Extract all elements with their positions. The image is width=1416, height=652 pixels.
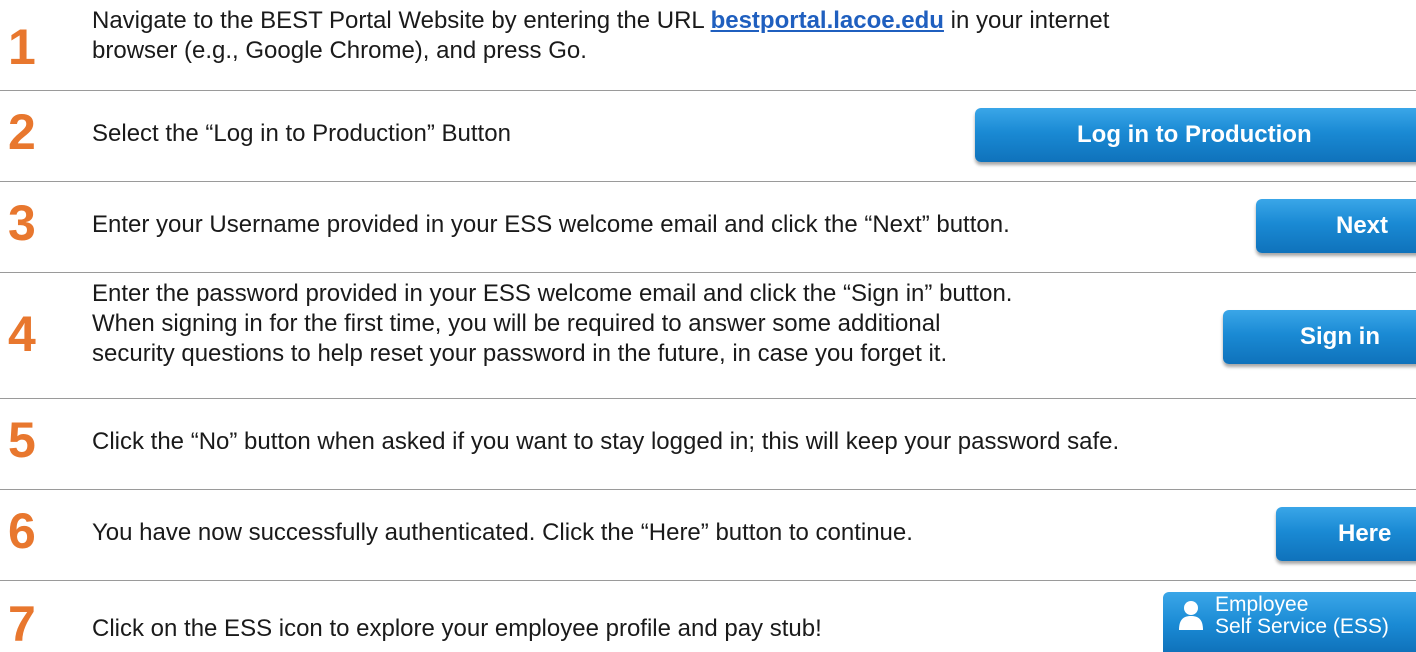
ess-button-line1: Employee: [1215, 593, 1309, 616]
step-2: 2 Select the “Log in to Production” Butt…: [0, 91, 1416, 181]
step-5: 5 Click the “No” button when asked if yo…: [0, 399, 1416, 489]
step-number: 4: [8, 306, 36, 362]
step-number: 5: [8, 412, 36, 468]
step-number: 2: [8, 104, 36, 160]
step-3: 3 Enter your Username provided in your E…: [0, 182, 1416, 272]
step-number: 6: [8, 503, 36, 559]
portal-url-link[interactable]: bestportal.lacoe.edu: [711, 7, 944, 34]
ess-button[interactable]: Employee Self Service (ESS): [1163, 592, 1416, 652]
step-7: 7 Click on the ESS icon to explore your …: [0, 581, 1416, 652]
step-1: 1 Navigate to the BEST Portal Website by…: [0, 0, 1416, 90]
step-number: 1: [8, 19, 36, 75]
step-6: 6 You have now successfully authenticate…: [0, 490, 1416, 580]
instruction-steps: 1 Navigate to the BEST Portal Website by…: [0, 0, 1416, 652]
step-number: 3: [8, 195, 36, 251]
step-text: Click the “No” button when asked if you …: [92, 428, 1120, 455]
sign-in-button[interactable]: Sign in: [1223, 310, 1416, 364]
step-text: Enter the password provided in your ESS …: [92, 280, 1013, 367]
step-text: Enter your Username provided in your ESS…: [92, 211, 1010, 238]
step-text: Navigate to the BEST Portal Website by e…: [92, 7, 1110, 64]
ess-button-line2: Self Service (ESS): [1215, 615, 1389, 638]
step-4: 4 Enter the password provided in your ES…: [0, 273, 1416, 398]
person-icon: [1179, 601, 1203, 630]
step-text: Select the “Log in to Production” Button: [92, 120, 511, 147]
log-in-to-production-button[interactable]: Log in to Production: [975, 108, 1416, 162]
here-button[interactable]: Here: [1276, 507, 1416, 561]
step-text: You have now successfully authenticated.…: [92, 519, 913, 546]
next-button[interactable]: Next: [1256, 199, 1416, 253]
step-text: Click on the ESS icon to explore your em…: [92, 615, 822, 642]
step-number: 7: [8, 596, 36, 652]
